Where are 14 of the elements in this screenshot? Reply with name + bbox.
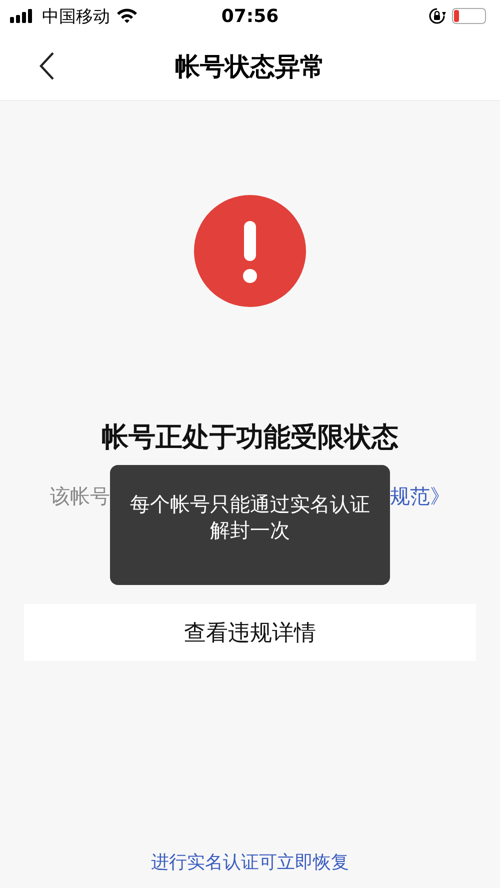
back-icon[interactable] xyxy=(39,51,55,81)
rules-link[interactable]: 规范》 xyxy=(390,483,450,510)
battery-icon xyxy=(452,8,486,24)
view-details-button[interactable]: 查看违规详情 xyxy=(24,604,476,661)
notice-text: 该帐号 xyxy=(50,483,110,510)
rotation-lock-icon xyxy=(428,7,446,25)
clock-time: 07:56 xyxy=(220,6,280,26)
wifi-icon xyxy=(116,8,138,24)
carrier-name: 中国移动 xyxy=(42,6,110,28)
page-title: 帐号状态异常 xyxy=(175,50,325,82)
verification-toast: 每个帐号只能通过实名认证解封一次 xyxy=(110,465,390,585)
verify-link[interactable]: 进行实名认证可立即恢复 xyxy=(151,850,349,874)
alert-icon xyxy=(194,195,306,307)
headline: 帐号正处于功能受限状态 xyxy=(102,421,398,455)
